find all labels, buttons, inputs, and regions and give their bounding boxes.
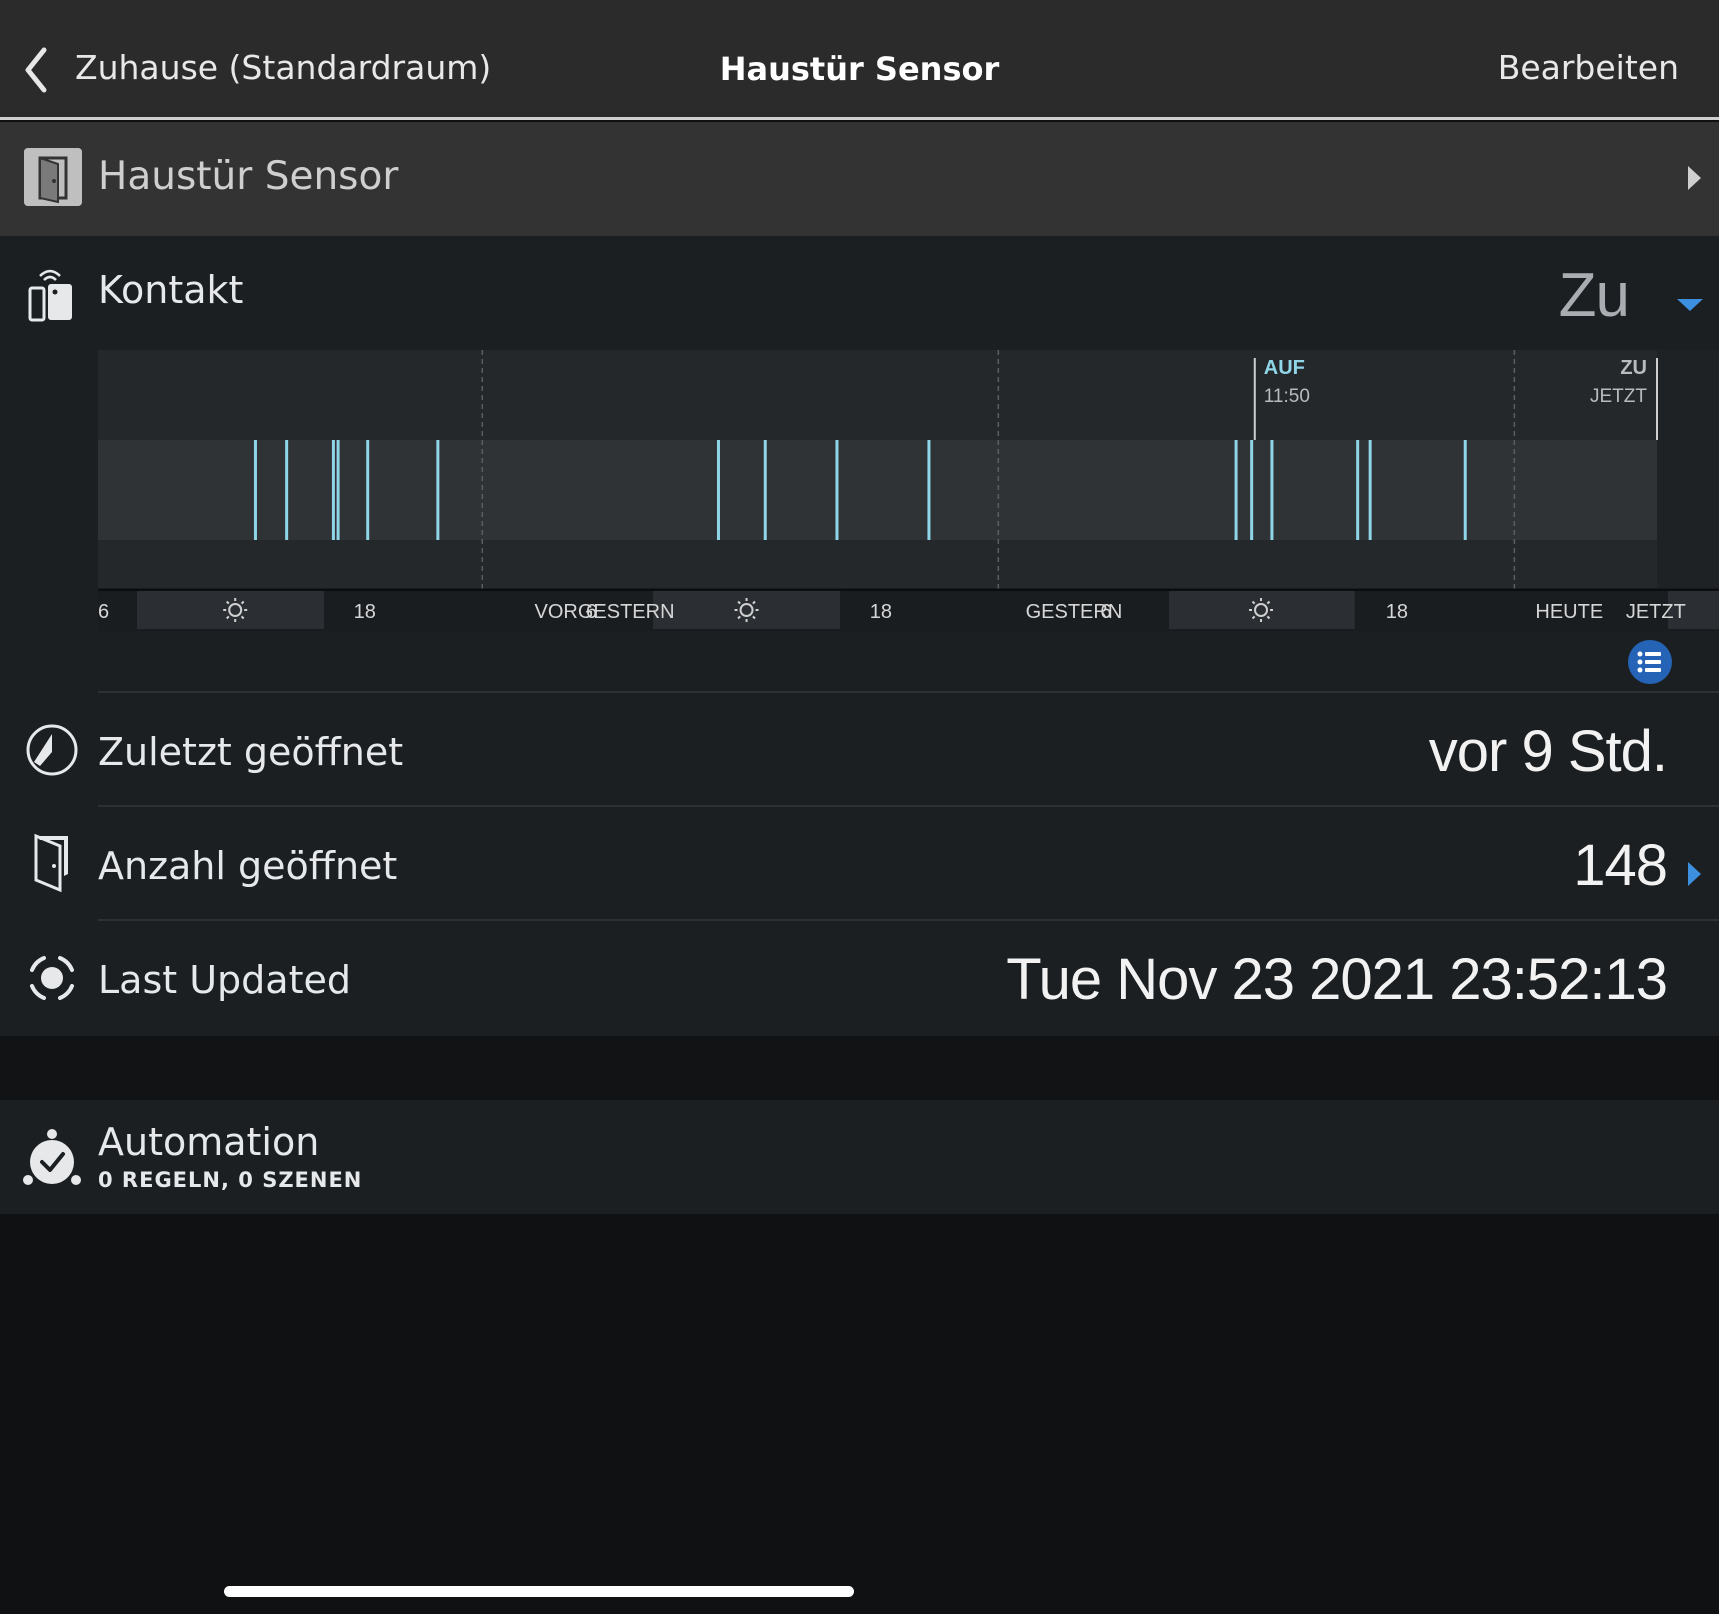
chart-outer-gutter [1657, 350, 1719, 590]
door-open-icon [34, 833, 68, 893]
last-updated-label: Last Updated [98, 958, 351, 1002]
open-event-mark [436, 440, 440, 540]
home-indicator[interactable] [224, 1586, 854, 1597]
chevron-down-icon[interactable] [1677, 299, 1703, 311]
open-event-mark [1250, 440, 1254, 540]
open-event-mark [1463, 440, 1467, 540]
event-time-label: JETZT [1590, 386, 1647, 407]
axis-day-label: HEUTE [1535, 601, 1603, 623]
automation-title: Automation [98, 1120, 320, 1164]
chart-band [98, 440, 1657, 540]
open-event-mark [1234, 440, 1238, 540]
divider [98, 691, 1719, 693]
axis-tick-label: 6 [1100, 601, 1111, 623]
event-time-label: 11:50 [1264, 386, 1310, 407]
kontakt-label: Kontakt [98, 268, 244, 312]
axis-now-label: JETZT [1626, 601, 1686, 623]
axis-tick-label: 6 [586, 601, 597, 623]
axis-day-label: VORGESTERN [535, 601, 675, 623]
automation-subtitle: 0 REGELN, 0 SZENEN [98, 1168, 363, 1192]
open-event-mark [336, 440, 340, 540]
axis-daytime-band [136, 591, 325, 629]
clock-history-icon [26, 724, 78, 776]
contact-history-chart[interactable]: 6 18 VORGESTERN6 18 GESTERN6 18 HEUTE JETZT AUF… [98, 350, 1719, 632]
open-event-mark [716, 440, 720, 540]
open-event-mark [331, 440, 335, 540]
automation-timer-icon [23, 1129, 81, 1185]
axis-tick-label: 6 [98, 601, 109, 623]
open-count-label: Anzahl geöffnet [98, 844, 398, 888]
open-event-mark [1356, 440, 1360, 540]
open-event-mark [763, 440, 767, 540]
chevron-right-icon[interactable] [1688, 166, 1701, 190]
axis-tick-label: 18 [1386, 601, 1408, 623]
axis-daytime-band [1169, 591, 1355, 629]
open-event-mark [253, 440, 257, 540]
event-state-label: AUF [1264, 357, 1305, 379]
last-opened-value: vor 9 Std. [1428, 719, 1668, 784]
axis-tick-label: 18 [354, 601, 376, 623]
contact-sensor-icon [28, 269, 72, 322]
section-gap [0, 1036, 1719, 1100]
axis-tick-label: 18 [870, 601, 892, 623]
open-event-mark [1270, 440, 1274, 540]
last-opened-label: Zuletzt geöffnet [98, 730, 404, 774]
axis-band [98, 591, 1719, 631]
kontakt-value[interactable]: Zu [1559, 260, 1630, 331]
list-icon [1637, 651, 1661, 673]
open-event-mark [835, 440, 839, 540]
open-event-mark [1368, 440, 1372, 540]
axis-daytime-band [653, 591, 841, 629]
last-updated-value: Tue Nov 23 2021 23:52:13 [1006, 947, 1668, 1012]
open-event-mark [366, 440, 370, 540]
open-count-value[interactable]: 148 [1573, 832, 1668, 899]
chevron-right-icon[interactable] [1688, 862, 1701, 886]
page-title: Haustür Sensor [719, 50, 1000, 88]
divider [98, 919, 1719, 921]
divider [98, 805, 1719, 807]
history-list-button[interactable] [1628, 640, 1672, 684]
refresh-target-icon [30, 956, 74, 1000]
door-icon [24, 148, 82, 206]
device-name: Haustür Sensor [98, 154, 399, 199]
edit-button[interactable]: Bearbeiten [1498, 48, 1679, 87]
open-event-mark [285, 440, 289, 540]
event-state-label: ZU [1620, 357, 1647, 379]
open-event-mark [927, 440, 931, 540]
